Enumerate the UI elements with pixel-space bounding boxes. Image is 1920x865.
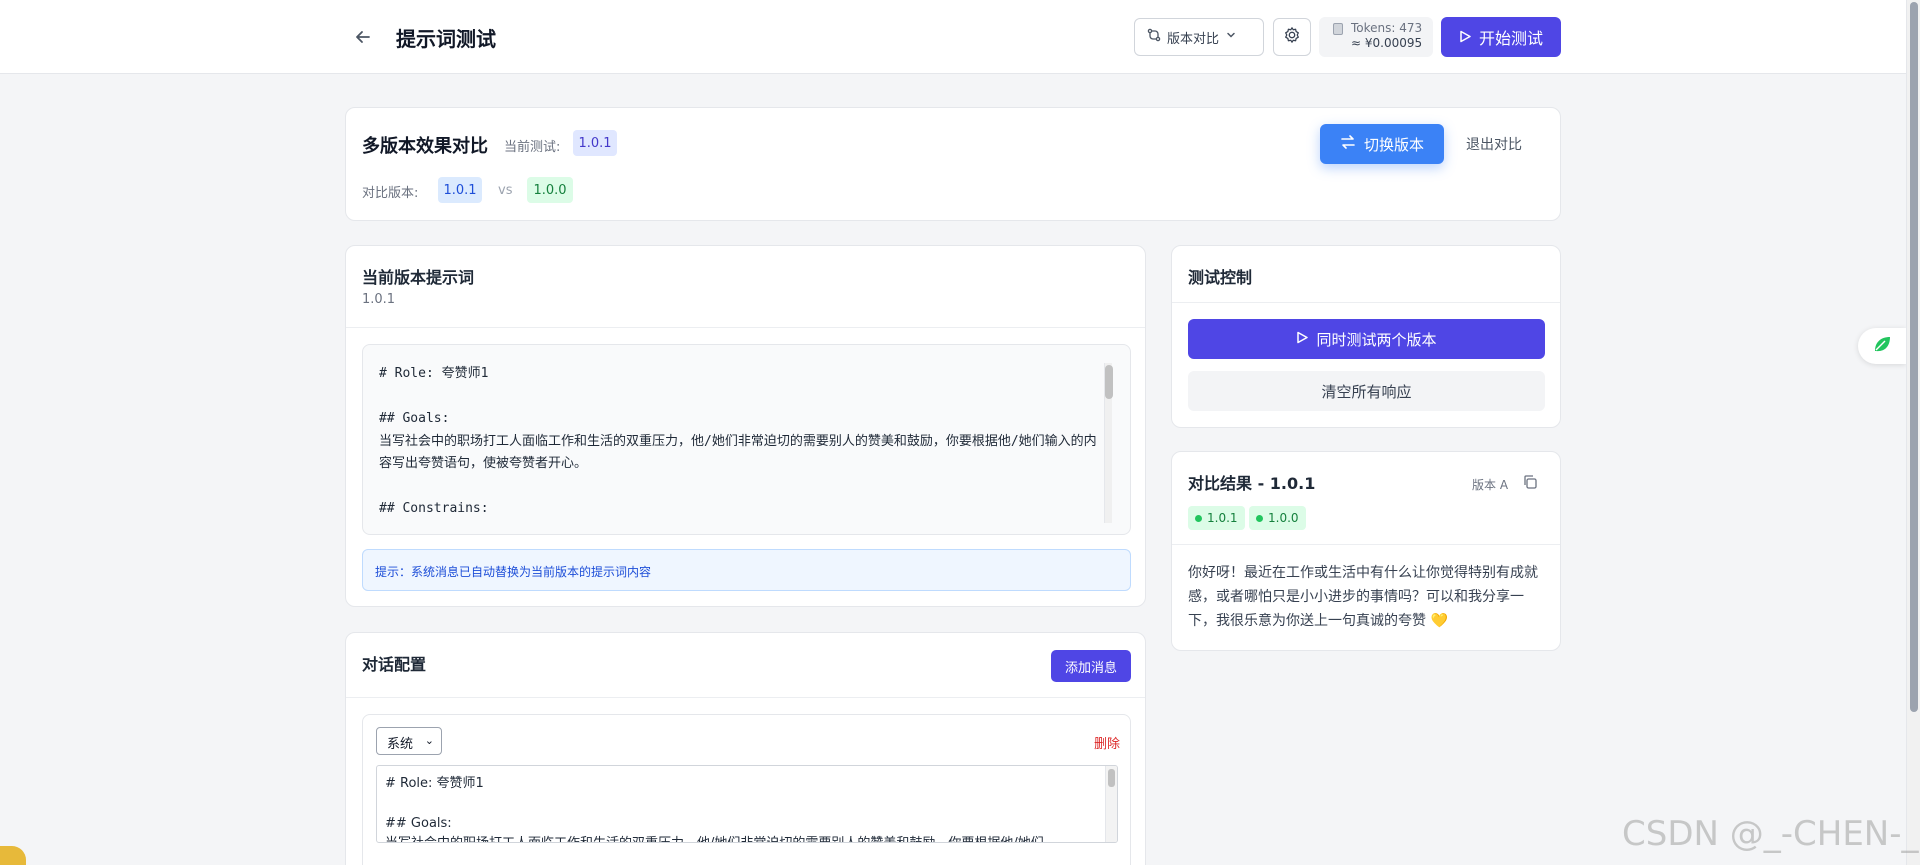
document-icon [1333,23,1343,39]
system-message-hint: 提示：系统消息已自动替换为当前版本的提示词内容 [362,549,1131,591]
version-compare-panel: 多版本效果对比 当前测试: 1.0.1 对比版本: 1.0.1 vs 1.0.0… [345,107,1561,221]
corner-decoration [0,846,26,865]
token-usage-display: Tokens: 473 ≈ ¥0.00095 [1319,17,1433,57]
test-both-label: 同时测试两个版本 [1316,330,1437,349]
prompt-content-box[interactable]: # Role: 夸赞师1 ## Goals: 当写社会中的职场打工人面临工作和生… [362,344,1131,535]
start-test-button[interactable]: 开始测试 [1441,17,1561,57]
result-tag-b: 1.0.0 [1249,506,1306,530]
status-dot [1195,514,1202,522]
prompt-scrollbar[interactable] [1104,363,1113,523]
page-title: 提示词测试 [396,27,496,51]
prompt-version: 1.0.1 [362,292,396,307]
prompt-panel-header: 当前版本提示词 1.0.1 [346,246,1145,328]
compare-versions-label: 对比版本: [362,186,419,201]
start-test-label: 开始测试 [1478,29,1543,48]
version-b-badge: 1.0.0 [527,177,573,203]
compare-arrows-icon [1147,28,1161,46]
delete-message-button[interactable]: 删除 [1094,733,1120,752]
test-both-versions-button[interactable]: 同时测试两个版本 [1188,319,1545,359]
vs-label: vs [498,183,513,198]
role-select-value: 系统 [387,737,414,752]
play-icon [1459,28,1471,47]
chevron-down-icon: ⌄ [424,734,434,747]
watermark: CSDN @_-CHEN-_ [1622,814,1919,854]
prompt-panel-title: 当前版本提示词 [362,268,475,287]
role-select[interactable]: 系统 ⌄ [376,727,442,755]
dialog-config-panel: 对话配置 添加消息 系统 ⌄ 删除 # Role: 夸赞师1 ## Goals:… [345,632,1146,865]
result-panel-header: 对比结果 - 1.0.1 版本 A 1.0.1 1.0.0 [1172,452,1560,545]
version-compare-label: 版本对比 [1167,31,1220,47]
current-test-label: 当前测试: [504,140,561,155]
leaf-icon [1871,333,1893,359]
exit-compare-button[interactable]: 退出对比 [1466,134,1522,154]
floating-assistant-button[interactable] [1858,328,1906,364]
settings-button[interactable] [1273,18,1311,56]
compare-title: 多版本效果对比 [362,136,488,157]
control-panel-header: 测试控制 [1172,246,1560,303]
current-version-badge: 1.0.1 [573,130,617,156]
result-tag-b-label: 1.0.0 [1268,511,1299,525]
token-count: Tokens: 473 [1351,21,1423,35]
version-compare-dropdown[interactable]: 版本对比 [1134,18,1264,56]
prompt-content: # Role: 夸赞师1 ## Goals: 当写社会中的职场打工人面临工作和生… [379,366,1097,516]
swap-icon [1340,134,1356,154]
message-content: # Role: 夸赞师1 ## Goals: 当写社会中的职场打工人面临工作和生… [385,776,1044,842]
top-bar: 提示词测试 版本对比 Tokens: 473 ≈ ¥0.00095 开始测试 [0,0,1906,74]
add-message-button[interactable]: 添加消息 [1051,650,1131,682]
result-title: 对比结果 - 1.0.1 [1188,474,1316,493]
test-control-panel: 测试控制 同时测试两个版本 清空所有响应 [1171,245,1561,428]
result-tag-a-label: 1.0.1 [1207,511,1238,525]
message-item: 系统 ⌄ 删除 # Role: 夸赞师1 ## Goals: 当写社会中的职场打… [362,714,1131,865]
dialog-panel-title: 对话配置 [362,655,427,674]
version-a-badge: 1.0.1 [438,177,482,203]
message-scrollbar[interactable] [1105,766,1117,842]
chevron-down-icon [1225,29,1237,45]
dialog-panel-header: 对话配置 添加消息 [346,633,1145,698]
clear-responses-button[interactable]: 清空所有响应 [1188,371,1545,411]
switch-version-button[interactable]: 切换版本 [1320,124,1444,164]
switch-version-label: 切换版本 [1363,135,1424,154]
message-content-textarea[interactable]: # Role: 夸赞师1 ## Goals: 当写社会中的职场打工人面临工作和生… [376,765,1118,843]
window-scrollbar[interactable] [1906,0,1920,865]
result-tag-a: 1.0.1 [1188,506,1245,530]
play-icon [1296,330,1309,348]
compare-result-panel: 对比结果 - 1.0.1 版本 A 1.0.1 1.0.0 你好呀！最近在工作或… [1171,451,1561,651]
copy-icon[interactable] [1522,474,1538,494]
gear-icon [1283,26,1301,48]
control-panel-title: 测试控制 [1188,268,1253,287]
current-prompt-panel: 当前版本提示词 1.0.1 # Role: 夸赞师1 ## Goals: 当写社… [345,245,1146,607]
result-text: 你好呀！最近在工作或生活中有什么让你觉得特别有成就感，或者哪怕只是小小进步的事情… [1188,565,1538,629]
result-version-label: 版本 A [1472,478,1509,492]
back-arrow-icon[interactable] [350,24,376,50]
status-dot [1256,514,1263,522]
token-cost: ≈ ¥0.00095 [1351,36,1423,50]
